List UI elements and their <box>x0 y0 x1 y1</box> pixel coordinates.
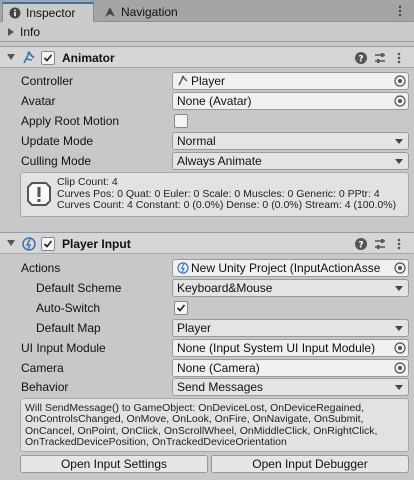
info-label: Info <box>20 24 41 39</box>
preset-icon[interactable] <box>373 237 387 251</box>
actions-value: New Unity Project (InputActionAsse <box>191 261 381 275</box>
more-options-icon[interactable] <box>392 51 406 65</box>
chevron-down-icon <box>395 139 403 144</box>
navigation-icon <box>105 7 115 17</box>
tab-label: Inspector <box>26 6 76 20</box>
more-options-icon[interactable] <box>394 5 406 17</box>
object-picker-icon[interactable] <box>394 75 406 87</box>
tab-navigation[interactable]: Navigation <box>98 2 198 22</box>
enable-checkbox[interactable] <box>41 237 55 251</box>
svg-text:?: ? <box>358 55 363 65</box>
behavior-dropdown[interactable]: Send Messages <box>172 378 409 396</box>
tab-inspector[interactable]: Inspector <box>2 2 94 22</box>
help-icon[interactable]: ? <box>354 51 368 65</box>
info-icon <box>9 7 21 19</box>
foldout-arrow-icon[interactable] <box>7 240 15 246</box>
camera-label: Camera <box>21 361 64 375</box>
message-line: OnControlsChanged, OnMove, OnLook, OnFir… <box>25 413 364 426</box>
culling-mode-label: Culling Mode <box>21 154 92 168</box>
open-input-debugger-button[interactable]: Open Input Debugger <box>211 455 409 473</box>
preset-icon[interactable] <box>373 51 387 65</box>
camera-value: None (Camera) <box>177 361 260 375</box>
avatar-field[interactable]: None (Avatar) <box>172 92 409 110</box>
update-mode-dropdown[interactable]: Normal <box>172 132 409 150</box>
svg-text:?: ? <box>358 241 363 251</box>
culling-mode-dropdown[interactable]: Always Animate <box>172 152 409 170</box>
input-action-asset-icon <box>177 262 189 274</box>
animator-stats-box: Clip Count: 4 Curves Pos: 0 Quat: 0 Eule… <box>20 172 409 217</box>
component-title: Animator <box>62 51 115 65</box>
object-picker-icon[interactable] <box>394 262 406 274</box>
default-scheme-value: Keyboard&Mouse <box>177 281 273 295</box>
default-map-label: Default Map <box>36 321 101 335</box>
controller-label: Controller <box>21 74 74 88</box>
default-scheme-label: Default Scheme <box>36 281 122 295</box>
player-input-header[interactable]: Player Input ? <box>0 232 414 254</box>
stats-line: Clip Count: 4 <box>57 176 118 188</box>
chevron-down-icon <box>395 286 403 291</box>
message-line: OnTrackedDevicePosition, OnTrackedDevice… <box>25 435 287 448</box>
component-title: Player Input <box>62 237 131 251</box>
object-picker-icon[interactable] <box>394 342 406 354</box>
animator-icon <box>23 51 35 64</box>
controller-field[interactable]: Player <box>172 72 409 90</box>
object-picker-icon[interactable] <box>394 95 406 107</box>
auto-switch-label: Auto-Switch <box>36 301 101 315</box>
culling-mode-value: Always Animate <box>177 154 262 168</box>
send-message-info-box: Will SendMessage() to GameObject: OnDevi… <box>20 398 409 452</box>
behavior-label: Behavior <box>21 380 69 394</box>
chevron-down-icon <box>395 159 403 164</box>
animator-header[interactable]: Animator ? <box>0 46 414 68</box>
foldout-arrow-icon[interactable] <box>7 54 15 60</box>
actions-label: Actions <box>21 261 61 275</box>
object-picker-icon[interactable] <box>394 362 406 374</box>
default-map-value: Player <box>177 321 212 335</box>
info-foldout[interactable]: Info <box>0 22 414 42</box>
checkmark-icon <box>176 304 186 312</box>
default-map-dropdown[interactable]: Player <box>172 319 409 337</box>
behavior-value: Send Messages <box>177 380 264 394</box>
update-mode-label: Update Mode <box>21 134 94 148</box>
controller-value: Player <box>191 74 226 88</box>
animator-controller-icon <box>178 75 188 86</box>
update-mode-value: Normal <box>177 134 216 148</box>
tab-label: Navigation <box>121 5 178 19</box>
auto-switch-checkbox[interactable] <box>174 301 188 315</box>
chevron-down-icon <box>395 326 403 331</box>
avatar-label: Avatar <box>21 94 56 108</box>
stats-line: Curves Count: 4 Constant: 0 (0.0%) Dense… <box>57 199 397 211</box>
avatar-value: None (Avatar) <box>177 94 252 108</box>
camera-field[interactable]: None (Camera) <box>172 359 409 377</box>
more-options-icon[interactable] <box>392 237 406 251</box>
tab-bar: Inspector Navigation <box>0 0 414 22</box>
player-input-icon <box>22 237 36 251</box>
apply-root-motion-checkbox[interactable] <box>174 114 188 128</box>
default-scheme-dropdown[interactable]: Keyboard&Mouse <box>172 279 409 297</box>
apply-root-motion-label: Apply Root Motion <box>21 114 120 128</box>
help-icon[interactable]: ? <box>354 237 368 251</box>
ui-input-module-label: UI Input Module <box>21 341 106 355</box>
open-input-settings-button[interactable]: Open Input Settings <box>20 455 208 473</box>
chevron-down-icon <box>395 385 403 390</box>
info-icon <box>27 182 51 206</box>
ui-input-module-value: None (Input System UI Input Module) <box>177 341 376 355</box>
actions-field[interactable]: New Unity Project (InputActionAsse <box>172 259 409 277</box>
enable-checkbox[interactable] <box>41 51 55 65</box>
foldout-arrow-icon <box>8 27 14 36</box>
ui-input-module-field[interactable]: None (Input System UI Input Module) <box>172 339 409 357</box>
